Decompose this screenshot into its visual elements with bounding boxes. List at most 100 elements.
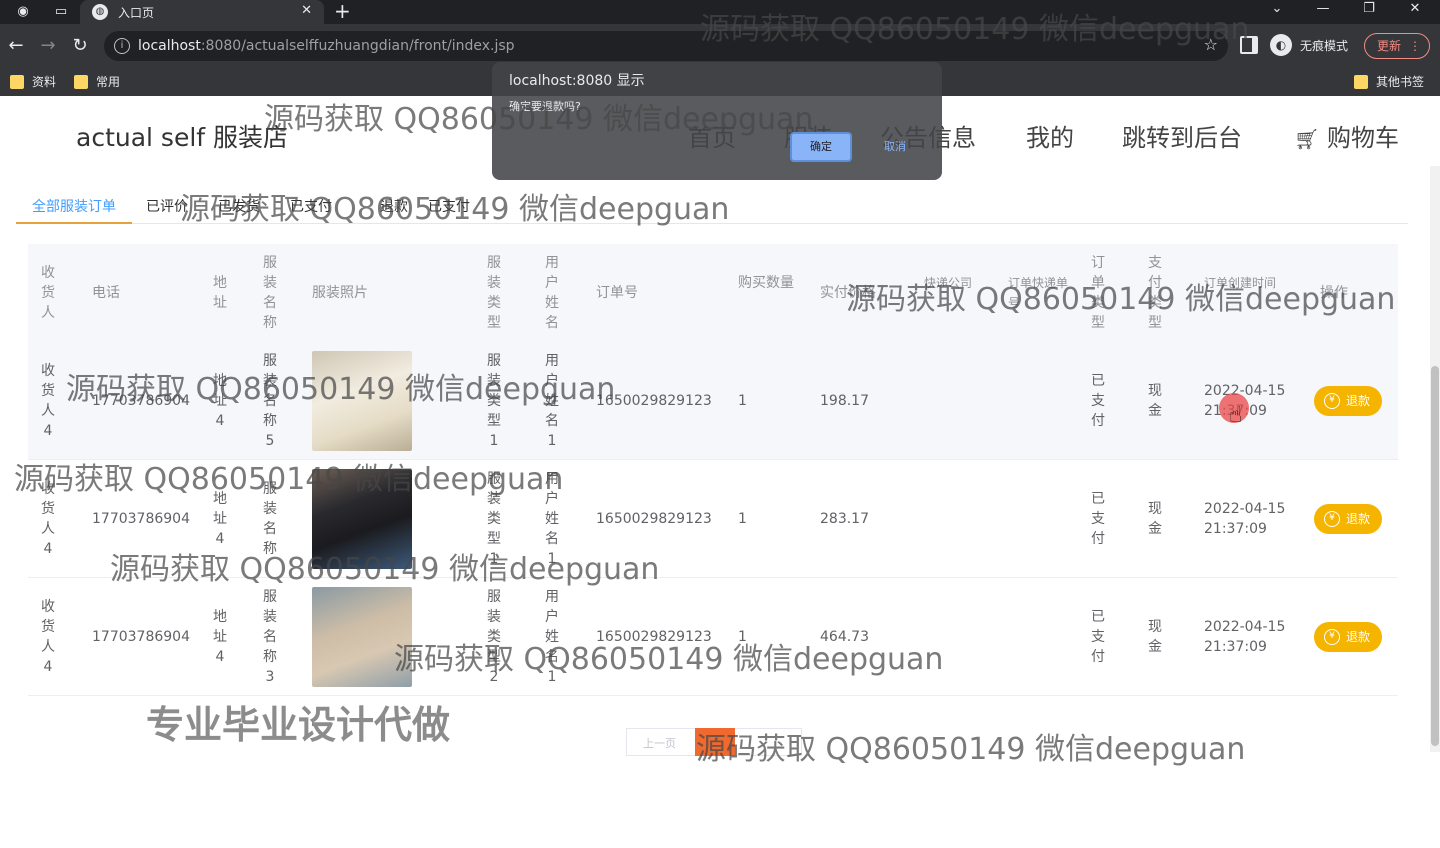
- url-text: localhost:8080/actualselffuzhuangdian/fr…: [138, 38, 515, 54]
- forward-icon[interactable]: →: [36, 34, 60, 58]
- close-window-icon[interactable]: ✕: [1392, 0, 1438, 24]
- header-type: 服装类型: [487, 255, 501, 331]
- browser-tab[interactable]: ◍ 入口页 ✕: [80, 0, 324, 24]
- cell-price: 283.17: [820, 511, 869, 527]
- nav-cart[interactable]: 🛒︎ 购物车: [1294, 118, 1399, 153]
- watermark-banner: 专业毕业设计代做: [146, 703, 451, 747]
- clothing-photo[interactable]: [312, 351, 412, 451]
- header-phone: 电话: [92, 285, 120, 301]
- bookmark-folder-other[interactable]: 其他书签: [1354, 74, 1424, 90]
- clothing-photo[interactable]: [312, 469, 412, 569]
- url-field[interactable]: i localhost:8080/actualselffuzhuangdian/…: [104, 31, 1228, 61]
- table-header: 收货人 电话 地址 服装名称 服装照片 服装类型 用户姓名 订单号 购买数量 实…: [28, 244, 1398, 342]
- dialog-message: 确定要退款吗?: [509, 100, 581, 113]
- cell-receiver: 收货人4: [41, 599, 55, 675]
- cell-type: 服装类型1: [487, 471, 501, 567]
- cell-receiver: 收货人4: [41, 363, 55, 439]
- prev-page-button[interactable]: 上一页: [643, 735, 676, 751]
- tab-shipped[interactable]: 已发货: [218, 196, 260, 216]
- yen-icon: ¥: [1324, 629, 1340, 645]
- refund-button[interactable]: ¥ 退款: [1314, 504, 1382, 534]
- refund-button[interactable]: ¥ 退款: [1314, 622, 1382, 652]
- dialog-cancel-button[interactable]: 取消: [864, 132, 926, 162]
- cell-pay: 现金: [1148, 619, 1162, 655]
- minimize-icon[interactable]: —: [1300, 0, 1346, 24]
- clothing-photo[interactable]: [312, 587, 412, 687]
- nav-mine[interactable]: 我的: [1026, 118, 1074, 153]
- more-icon: ⋮: [1409, 39, 1421, 53]
- new-tab-icon[interactable]: +: [334, 0, 351, 22]
- table-row[interactable]: 收货人4 17703786904 地址4 服装名称3 服装类型2 用户姓名1 1…: [28, 578, 1398, 696]
- header-user: 用户姓名: [545, 255, 559, 331]
- cell-address: 地址4: [213, 609, 227, 665]
- cell-type: 服装类型2: [487, 589, 501, 685]
- header-action: 操作: [1320, 285, 1348, 301]
- side-panel-icon[interactable]: [1240, 36, 1258, 54]
- cell-order-no: 1650029829123: [596, 511, 712, 527]
- site-brand[interactable]: actual self 服装店: [76, 118, 288, 154]
- active-tab-indicator: [16, 222, 132, 224]
- cell-receiver: 收货人4: [41, 481, 55, 557]
- tab-paid[interactable]: 已支付: [290, 196, 332, 216]
- header-pay-type: 支付类型: [1148, 255, 1162, 331]
- update-button[interactable]: 更新 ⋮: [1364, 33, 1430, 59]
- cell-pay: 现金: [1148, 383, 1162, 419]
- cart-icon: 🛒︎: [1294, 127, 1320, 151]
- cell-order-no: 1650029829123: [596, 629, 712, 645]
- folder-icon: [1354, 75, 1368, 89]
- tab-search-icon[interactable]: ▭: [52, 3, 70, 21]
- bookmark-folder-changyong[interactable]: 常用: [74, 74, 120, 90]
- cell-phone: 17703786904: [92, 511, 190, 527]
- globe-icon: ◍: [92, 4, 108, 20]
- nav-admin[interactable]: 跳转到后台: [1122, 118, 1242, 153]
- incognito-icon: ◐: [1270, 34, 1292, 56]
- header-order-no: 订单号: [596, 285, 638, 301]
- cell-status: 已支付: [1091, 373, 1105, 429]
- table-row[interactable]: 收货人4 17703786904 地址4 服装名称5 服装类型1 用户姓名1 1…: [28, 342, 1398, 460]
- cell-qty: 1: [738, 393, 747, 409]
- header-address: 地址: [213, 275, 227, 311]
- cell-price: 198.17: [820, 393, 869, 409]
- yen-icon: ¥: [1324, 393, 1340, 409]
- table-row[interactable]: 收货人4 17703786904 地址4 服装名称 服装类型1 用户姓名1 16…: [28, 460, 1398, 578]
- header-created: 订单创建时间: [1204, 276, 1277, 290]
- tab-refund[interactable]: 退款: [380, 196, 408, 216]
- nav-cart-label: 购物车: [1327, 124, 1400, 152]
- tab-all-orders[interactable]: 全部服装订单: [32, 196, 116, 216]
- back-icon[interactable]: ←: [4, 34, 28, 58]
- cell-created: 2022-04-15 21:37:09: [1204, 501, 1286, 537]
- cell-user: 用户姓名1: [545, 589, 559, 685]
- dialog-ok-button[interactable]: 确定: [790, 132, 852, 162]
- current-page[interactable]: [695, 728, 735, 756]
- restore-icon[interactable]: ❐: [1346, 0, 1392, 24]
- scrollbar[interactable]: [1430, 166, 1440, 752]
- cell-address: 地址4: [213, 491, 227, 547]
- tab-paid-2[interactable]: 已支付: [428, 196, 470, 216]
- cell-name: 服装名称5: [263, 353, 277, 449]
- browser-tab-strip: ◉ ▭ ◍ 入口页 ✕ + ⌄ — ❐ ✕: [0, 0, 1440, 24]
- tab-reviewed[interactable]: 已评价: [146, 196, 188, 216]
- info-icon[interactable]: i: [114, 38, 130, 54]
- refund-button[interactable]: ¥ 退款: [1314, 386, 1382, 416]
- header-express-no: 订单快递单号: [1008, 276, 1069, 310]
- pagination: 上一页: [626, 728, 802, 756]
- cell-created: 2022-04-15 21:37:09: [1204, 619, 1286, 655]
- cell-address: 地址4: [213, 373, 227, 429]
- cell-qty: 1: [738, 629, 747, 645]
- folder-icon: [74, 75, 88, 89]
- cell-phone: 17703786904: [92, 629, 190, 645]
- close-tab-icon[interactable]: ✕: [301, 3, 312, 18]
- incognito-label: 无痕模式: [1300, 39, 1349, 53]
- star-icon[interactable]: ☆: [1204, 35, 1218, 54]
- bookmark-folder-ziliao[interactable]: 资料: [10, 74, 56, 90]
- scrollbar-thumb[interactable]: [1431, 366, 1439, 746]
- hand-cursor-icon: ☝︎: [1229, 403, 1243, 428]
- dialog-title: localhost:8080 显示: [509, 73, 645, 89]
- header-qty: 购买数量: [738, 275, 794, 291]
- cell-name: 服装名称: [263, 481, 277, 557]
- cell-status: 已支付: [1091, 609, 1105, 665]
- chrome-menu-icon[interactable]: ◉: [14, 3, 32, 21]
- chevron-down-icon[interactable]: ⌄: [1254, 0, 1300, 24]
- reload-icon[interactable]: ↻: [68, 34, 92, 58]
- folder-icon: [10, 75, 24, 89]
